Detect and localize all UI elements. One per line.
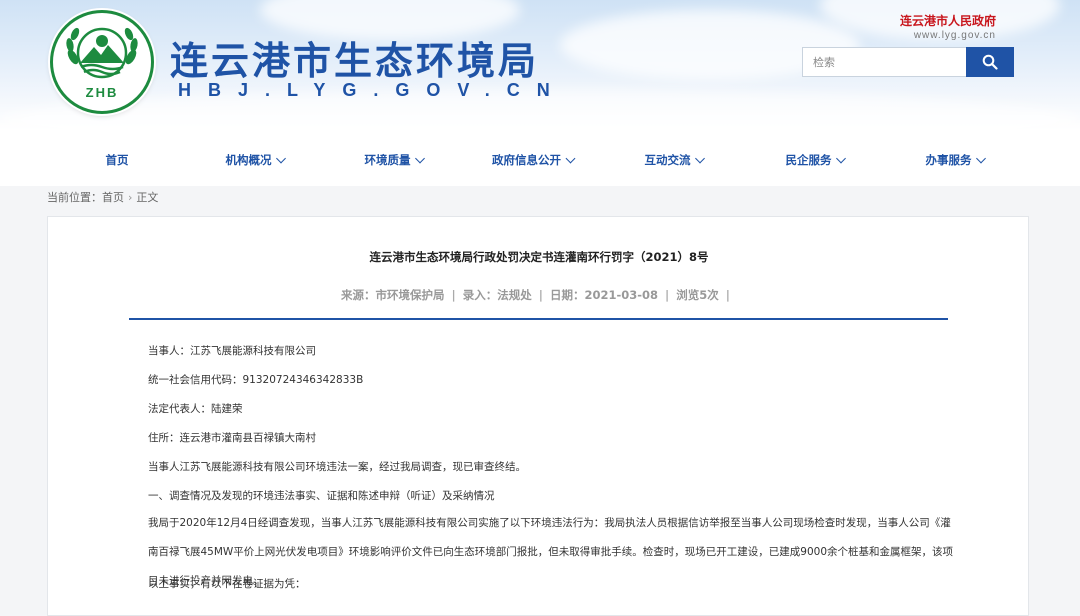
logo-text: ZHB [85, 85, 119, 100]
title-divider [129, 318, 948, 320]
paragraph: 当事人江苏飞展能源科技有限公司环境违法一案，经过我局调查，现已审查终结。 [148, 461, 526, 473]
chevron-down-icon [836, 153, 846, 163]
meta-separator: | [538, 288, 543, 302]
gov-name: 连云港市人民政府 [899, 14, 996, 28]
search-icon [982, 54, 998, 70]
paragraph: 统一社会信用代码：91320724346342833B [148, 374, 364, 386]
chevron-down-icon [415, 153, 425, 163]
meta-separator: | [665, 288, 670, 302]
chevron-down-icon [695, 153, 705, 163]
nav-item-enterprise-service[interactable]: 民企服务 [785, 152, 846, 168]
search-box [802, 47, 1014, 77]
site-header: ZHB 连云港市生态环境局 HBJ.LYG.GOV.CN 连云港市人民政府 ww… [0, 0, 1080, 130]
nav-item-home[interactable]: 首页 [106, 152, 129, 168]
nav-item-label: 首页 [105, 153, 129, 167]
nav-item-about[interactable]: 机构概况 [225, 152, 286, 168]
breadcrumb-prefix: 当前位置： [47, 191, 102, 204]
search-button[interactable] [966, 47, 1014, 77]
paragraph: 法定代表人：陆建荣 [148, 403, 243, 415]
nav-item-label: 环境质量 [364, 153, 411, 167]
logo-emblem-icon [66, 27, 138, 79]
nav-item-label: 办事服务 [925, 153, 972, 167]
nav-item-label: 机构概况 [225, 153, 272, 167]
nav-item-environment-quality[interactable]: 环境质量 [364, 152, 425, 168]
paragraph: 住所：连云港市灌南县百禄镇大南村 [148, 432, 316, 444]
paragraph: 以上事实，有以下在卷证据为凭： [148, 578, 306, 590]
breadcrumb-current: 正文 [136, 191, 159, 204]
article-panel: 连云港市生态环境局行政处罚决定书连灌南环行罚字（2021）8号 来源：市环境保护… [47, 216, 1029, 616]
meta-source: 来源：市环境保护局 [341, 288, 445, 302]
site-logo[interactable]: ZHB [50, 10, 154, 114]
breadcrumb-home-link[interactable]: 首页 [102, 191, 124, 204]
gov-portal-link[interactable]: 连云港市人民政府 www.lyg.gov.cn [900, 12, 996, 41]
meta-date: 日期：2021-03-08 [549, 288, 659, 302]
nav-item-label: 互动交流 [644, 153, 691, 167]
meta-views: 浏览5次 [676, 288, 719, 302]
site-domain: HBJ.LYG.GOV.CN [178, 80, 567, 100]
main-nav: 首页 机构概况 环境质量 政府信息公开 互动交流 民企服务 办事服务 [0, 130, 1080, 186]
nav-item-interaction[interactable]: 互动交流 [644, 152, 705, 168]
search-input[interactable] [802, 47, 966, 77]
meta-separator: | [451, 288, 456, 302]
nav-item-online-service[interactable]: 办事服务 [925, 152, 986, 168]
meta-separator: | [725, 288, 730, 302]
chevron-down-icon [565, 153, 576, 163]
article-meta: 来源：市环境保护局 | 录入：法规处 | 日期：2021-03-08 | 浏览5次 | [48, 287, 1030, 303]
chevron-down-icon [276, 153, 286, 163]
breadcrumb-separator: › [128, 191, 133, 204]
site-title[interactable]: 连云港市生态环境局 [170, 30, 539, 85]
paragraph: 当事人：江苏飞展能源科技有限公司 [148, 345, 316, 357]
nav-item-label: 政府信息公开 [492, 153, 561, 167]
article-title: 连云港市生态环境局行政处罚决定书连灌南环行罚字（2021）8号 [369, 250, 709, 264]
nav-item-gov-info[interactable]: 政府信息公开 [492, 152, 576, 168]
paragraph: 一、调查情况及发现的环境违法事实、证据和陈述申辩（听证）及采纳情况 [148, 490, 495, 502]
gov-url: www.lyg.gov.cn [913, 30, 996, 41]
meta-entry: 录入：法规处 [462, 288, 532, 302]
nav-item-label: 民企服务 [785, 153, 832, 167]
breadcrumb: 当前位置：首页 › 正文 [47, 189, 158, 205]
chevron-down-icon [976, 153, 986, 163]
